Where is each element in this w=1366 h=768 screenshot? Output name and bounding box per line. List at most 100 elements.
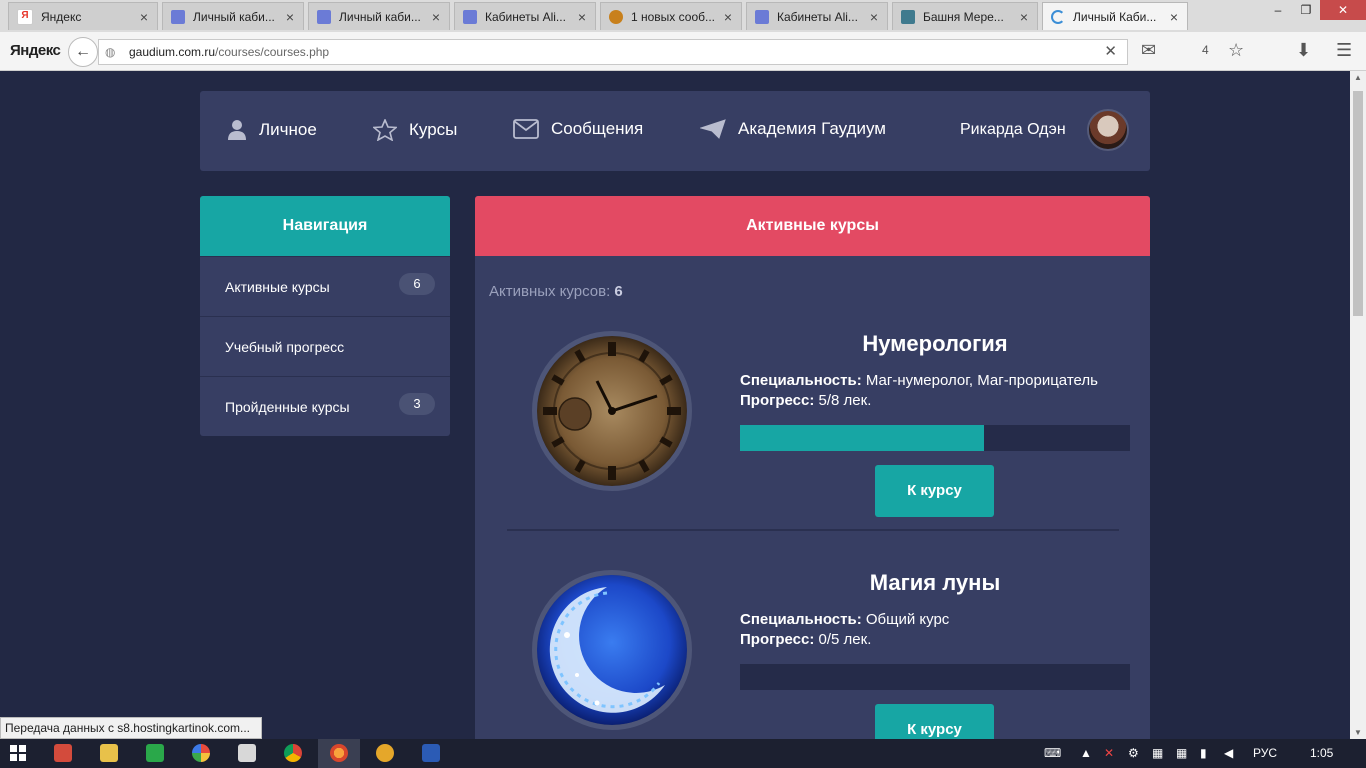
headphones-app-icon[interactable]: [54, 744, 72, 762]
yandex-logo[interactable]: Яндекс: [10, 42, 61, 59]
address-bar[interactable]: ◍ gaudium.com.ru/courses/courses.php ✕: [98, 39, 1128, 65]
sidebar-item-active-courses[interactable]: Активные курсы 6: [200, 256, 450, 316]
network-blocked-icon[interactable]: ✕: [1104, 746, 1114, 760]
browser-tab-active[interactable]: Личный Каби... ×: [1042, 2, 1188, 30]
back-button[interactable]: ←: [68, 37, 98, 67]
close-tab-icon[interactable]: ×: [721, 9, 735, 25]
close-tab-icon[interactable]: ×: [429, 9, 443, 25]
clock-time[interactable]: 1:05: [1310, 746, 1333, 760]
envelope-icon: [513, 119, 539, 139]
mail-icon[interactable]: ✉: [1141, 40, 1156, 61]
word-icon[interactable]: [422, 744, 440, 762]
count-badge: 6: [399, 273, 435, 295]
nav-messages[interactable]: Сообщения: [513, 119, 643, 139]
close-tab-icon[interactable]: ×: [283, 9, 297, 25]
minimize-icon[interactable]: –: [1264, 0, 1292, 20]
nav-academy[interactable]: Академия Гаудиум: [700, 119, 886, 139]
progress-bar: [740, 425, 1130, 451]
bookmarks-count[interactable]: 4: [1202, 43, 1209, 57]
game-app-icon[interactable]: [376, 744, 394, 762]
browser-tab[interactable]: Кабинеты Ali... ×: [746, 2, 888, 30]
url-path: /courses/courses.php: [215, 45, 330, 59]
nav-academy-label: Академия Гаудиум: [738, 119, 886, 138]
close-tab-icon[interactable]: ×: [1167, 9, 1181, 25]
course-count: Активных курсов: 6: [489, 283, 623, 300]
windows-start-icon[interactable]: [10, 745, 26, 766]
browser-tab[interactable]: Башня Мере... ×: [892, 2, 1038, 30]
window-controls: – ❐ ✕: [1264, 0, 1366, 20]
star-icon: [373, 119, 397, 141]
course-divider: [507, 529, 1119, 531]
pinwheel-app-icon[interactable]: [192, 744, 210, 762]
progress-value: 5/8 лек.: [818, 392, 872, 409]
scroll-up-icon[interactable]: ▲: [1350, 73, 1366, 82]
sidebar-item-progress[interactable]: Учебный прогресс: [200, 316, 450, 376]
course-info: Специальность: Маг-нумеролог, Маг-прориц…: [740, 371, 1098, 411]
store-icon[interactable]: [146, 744, 164, 762]
nav-courses[interactable]: Курсы: [373, 119, 457, 141]
specialty-label: Специальность:: [740, 372, 862, 389]
crest-icon: [171, 9, 185, 24]
windows-tray-icon[interactable]: ▦: [1152, 746, 1163, 760]
clear-url-icon[interactable]: ✕: [1104, 40, 1117, 64]
volume-icon[interactable]: ◀: [1224, 746, 1233, 760]
nav-messages-label: Сообщения: [551, 119, 644, 138]
go-to-course-button[interactable]: К курсу: [875, 704, 994, 739]
active-courses-panel: Активные курсы Активных курсов: 6 Нумеро…: [475, 196, 1150, 739]
signal-icon[interactable]: ▮: [1200, 746, 1207, 760]
grid-tray-icon[interactable]: ▦: [1176, 746, 1187, 760]
download-icon[interactable]: ⬇: [1296, 40, 1311, 61]
nav-courses-label: Курсы: [409, 120, 458, 139]
url-host: gaudium.com.ru: [129, 45, 216, 59]
tab-title: Личный Каби...: [1073, 9, 1157, 24]
browser-tab[interactable]: Я Яндекс ×: [8, 2, 158, 30]
restore-icon[interactable]: ❐: [1292, 0, 1320, 20]
top-navigation: Личное Курсы Сообщения Академия Гаудиум …: [200, 91, 1150, 171]
panel-title: Активные курсы: [475, 196, 1150, 256]
moon-image: [532, 570, 692, 730]
menu-icon[interactable]: ☰: [1336, 40, 1352, 61]
close-tab-icon[interactable]: ×: [867, 9, 881, 25]
user-name[interactable]: Рикарда Одэн: [960, 121, 1066, 139]
firefox-icon[interactable]: [330, 744, 348, 762]
tab-title: Яндекс: [41, 9, 82, 24]
browser-tab[interactable]: Личный каби... ×: [308, 2, 450, 30]
keyboard-icon[interactable]: ⌨: [1044, 746, 1061, 760]
star-icon[interactable]: ☆: [1228, 40, 1244, 61]
chrome-icon[interactable]: [284, 744, 302, 762]
paper-plane-icon: [700, 119, 726, 139]
close-tab-icon[interactable]: ×: [1017, 9, 1031, 25]
tab-title: 1 новых сооб...: [631, 9, 715, 24]
progress-value: 0/5 лек.: [818, 631, 872, 648]
scrollbar-thumb[interactable]: [1353, 91, 1363, 316]
sidebar-item-completed-courses[interactable]: Пройденные курсы 3: [200, 376, 450, 436]
sidebar-item-label: Учебный прогресс: [225, 339, 345, 355]
page-scrollbar[interactable]: ▲ ▼: [1350, 71, 1366, 739]
sidebar-item-label: Активные курсы: [225, 279, 330, 295]
browser-tab[interactable]: Личный каби... ×: [162, 2, 304, 30]
window-close-icon[interactable]: ✕: [1320, 0, 1366, 20]
settings-icon[interactable]: ⚙: [1128, 746, 1139, 760]
tab-title: Башня Мере...: [923, 9, 1004, 24]
input-language[interactable]: РУС: [1253, 746, 1277, 760]
go-to-course-button[interactable]: К курсу: [875, 465, 994, 517]
file-explorer-icon[interactable]: [100, 744, 118, 762]
crest-icon: [463, 9, 477, 24]
avatar[interactable]: [1087, 109, 1129, 151]
media-player-icon[interactable]: [238, 744, 256, 762]
course-title: Нумерология: [862, 331, 1008, 356]
close-tab-icon[interactable]: ×: [137, 9, 151, 25]
windows-taskbar: ⌨ ▲ ✕ ⚙ ▦ ▦ ▮ ◀ РУС 1:05: [0, 739, 1366, 768]
progress-bar: [740, 664, 1130, 690]
browser-tab[interactable]: 1 новых сооб... ×: [600, 2, 742, 30]
course-title: Магия луны: [869, 570, 1001, 595]
close-tab-icon[interactable]: ×: [575, 9, 589, 25]
tray-expand-icon[interactable]: ▲: [1080, 746, 1092, 760]
course-count-label: Активных курсов:: [489, 283, 611, 300]
course-info: Специальность: Общий курс Прогресс: 0/5 …: [740, 610, 949, 650]
browser-tab[interactable]: Кабинеты Ali... ×: [454, 2, 596, 30]
nav-personal[interactable]: Личное: [227, 119, 317, 141]
specialty-label: Специальность:: [740, 611, 862, 628]
browser-toolbar: Яндекс ← ◍ gaudium.com.ru/courses/course…: [0, 32, 1366, 71]
scroll-down-icon[interactable]: ▼: [1350, 728, 1366, 737]
